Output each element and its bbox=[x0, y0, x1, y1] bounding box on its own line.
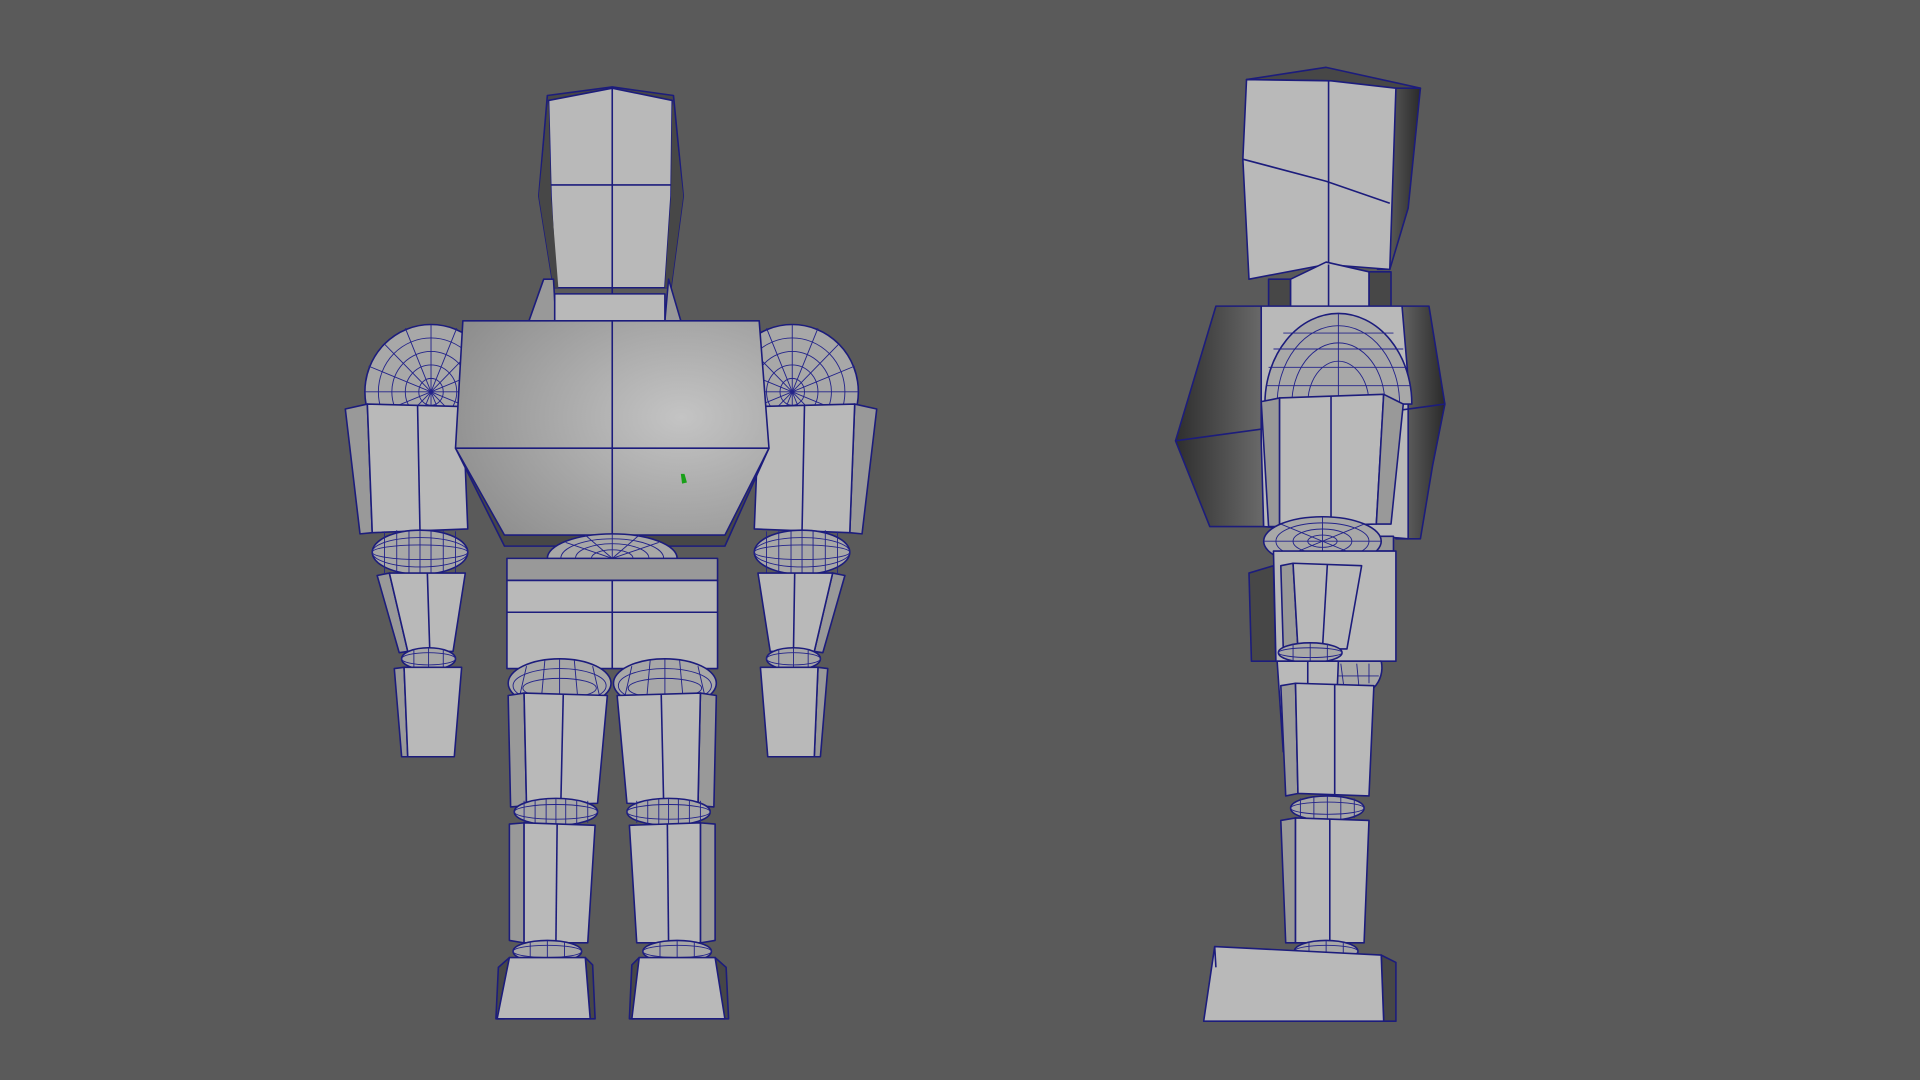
elbow-joint-right[interactable] bbox=[371, 529, 469, 576]
side-shin[interactable] bbox=[1280, 817, 1370, 944]
forearm-left[interactable] bbox=[757, 572, 846, 654]
hand-left[interactable] bbox=[759, 666, 829, 758]
upper-arm-right[interactable] bbox=[344, 403, 469, 535]
shin-left[interactable] bbox=[628, 822, 716, 944]
side-forearm[interactable] bbox=[1280, 562, 1363, 650]
elbow-joint-left[interactable] bbox=[753, 529, 851, 576]
foot-left[interactable] bbox=[628, 956, 730, 1020]
forearm-right[interactable] bbox=[376, 572, 467, 654]
pelvis[interactable] bbox=[506, 557, 719, 670]
foot-right[interactable] bbox=[495, 956, 596, 1020]
shin-right[interactable] bbox=[508, 822, 596, 944]
upper-arm-left[interactable] bbox=[753, 403, 878, 535]
wrist-joint-right[interactable] bbox=[400, 646, 457, 671]
side-upper-arm[interactable] bbox=[1260, 393, 1405, 528]
side-view[interactable] bbox=[1174, 66, 1446, 1023]
side-foot[interactable] bbox=[1202, 945, 1397, 1023]
side-thigh[interactable] bbox=[1280, 682, 1375, 797]
thigh-left[interactable] bbox=[616, 692, 718, 808]
torso[interactable] bbox=[454, 320, 770, 547]
wrist-joint-left[interactable] bbox=[765, 646, 822, 671]
front-view[interactable] bbox=[344, 86, 878, 1020]
hand-right[interactable] bbox=[393, 666, 463, 758]
side-head[interactable] bbox=[1242, 66, 1422, 280]
knee-joint-left[interactable] bbox=[626, 797, 711, 827]
head[interactable] bbox=[537, 86, 685, 297]
viewport-3d[interactable] bbox=[0, 0, 1920, 1080]
side-knee-joint[interactable] bbox=[1289, 795, 1365, 822]
thigh-right[interactable] bbox=[507, 692, 609, 808]
side-wrist-joint[interactable] bbox=[1277, 642, 1343, 664]
knee-joint-right[interactable] bbox=[513, 797, 599, 827]
model-canvas[interactable] bbox=[0, 0, 1920, 1080]
